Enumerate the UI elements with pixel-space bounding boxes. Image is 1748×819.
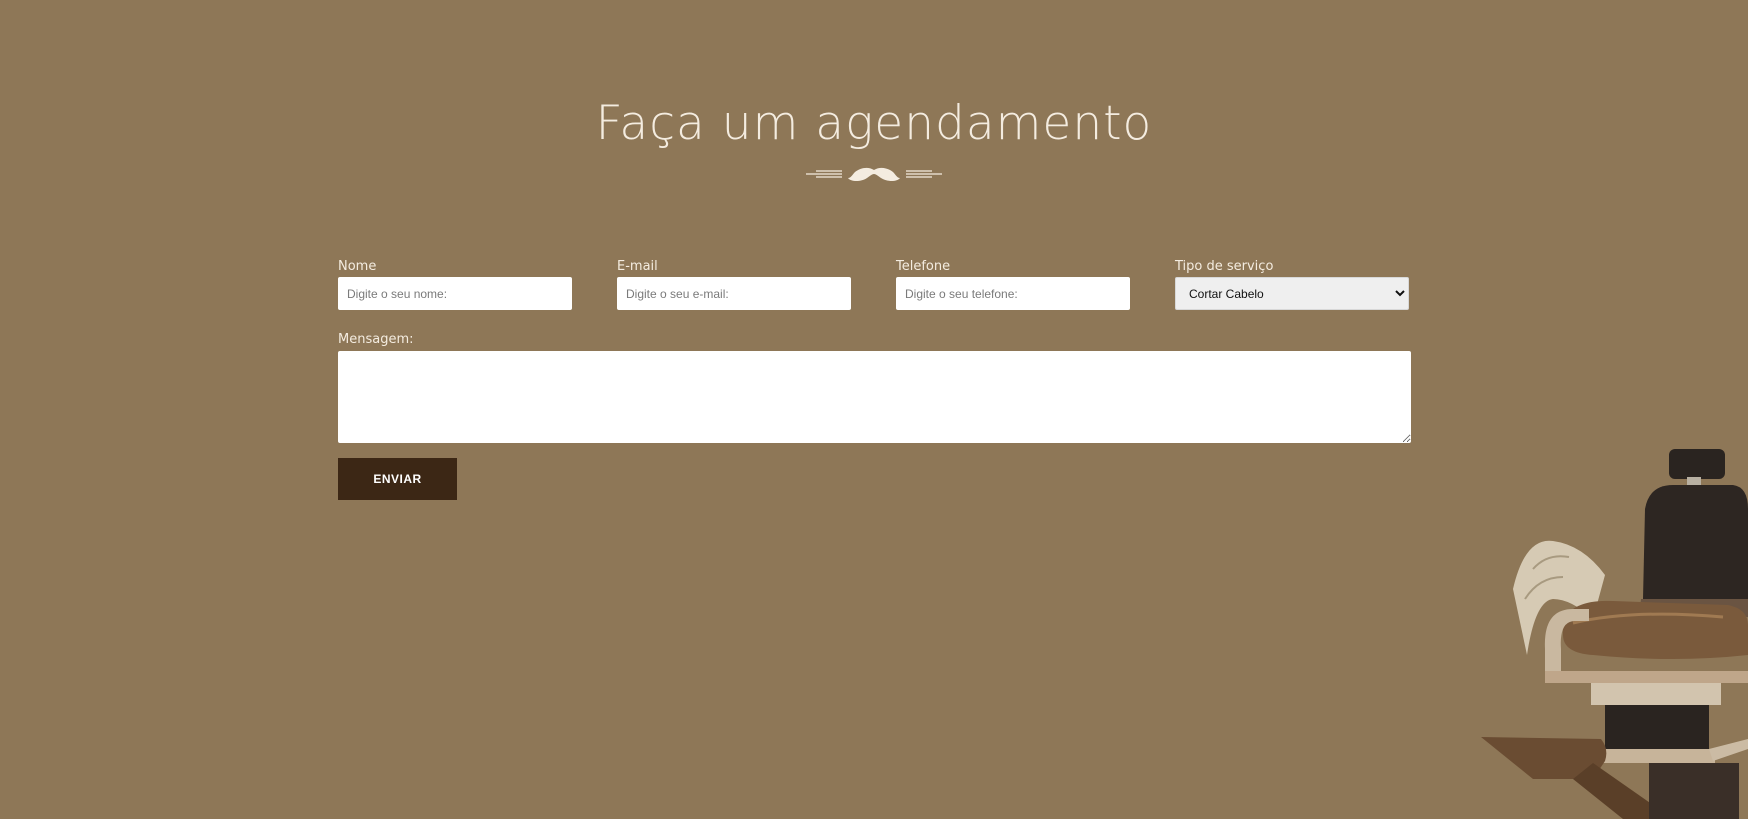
mustache-icon xyxy=(848,167,900,181)
divider-lines-left xyxy=(806,170,842,178)
phone-label: Telefone xyxy=(896,259,951,274)
name-input[interactable] xyxy=(338,277,572,310)
submit-button[interactable]: ENVIAR xyxy=(338,458,457,500)
page-title: Faça um agendamento xyxy=(595,96,1153,151)
message-field-group: Mensagem: xyxy=(338,330,1411,443)
email-input[interactable] xyxy=(617,277,851,310)
booking-form: Nome E-mail Telefone Tipo de serviço Cor… xyxy=(338,257,1411,500)
name-label: Nome xyxy=(338,259,377,274)
booking-section: Faça um agendamento Nome E-mail Telefone xyxy=(0,0,1748,819)
form-row: Nome E-mail Telefone Tipo de serviço Cor… xyxy=(338,257,1411,310)
mustache-divider xyxy=(806,167,942,181)
name-field-group: Nome xyxy=(338,257,572,310)
service-label: Tipo de serviço xyxy=(1175,259,1274,274)
phone-field-group: Telefone xyxy=(896,257,1130,310)
service-field-group: Tipo de serviço Cortar Cabelo xyxy=(1175,257,1409,310)
divider-lines-right xyxy=(906,170,942,178)
barber-chair-image xyxy=(1481,449,1748,819)
message-textarea[interactable] xyxy=(338,351,1411,443)
phone-input[interactable] xyxy=(896,277,1130,310)
email-label: E-mail xyxy=(617,259,658,274)
service-select[interactable]: Cortar Cabelo xyxy=(1175,277,1409,310)
email-field-group: E-mail xyxy=(617,257,851,310)
message-label: Mensagem: xyxy=(338,332,414,347)
